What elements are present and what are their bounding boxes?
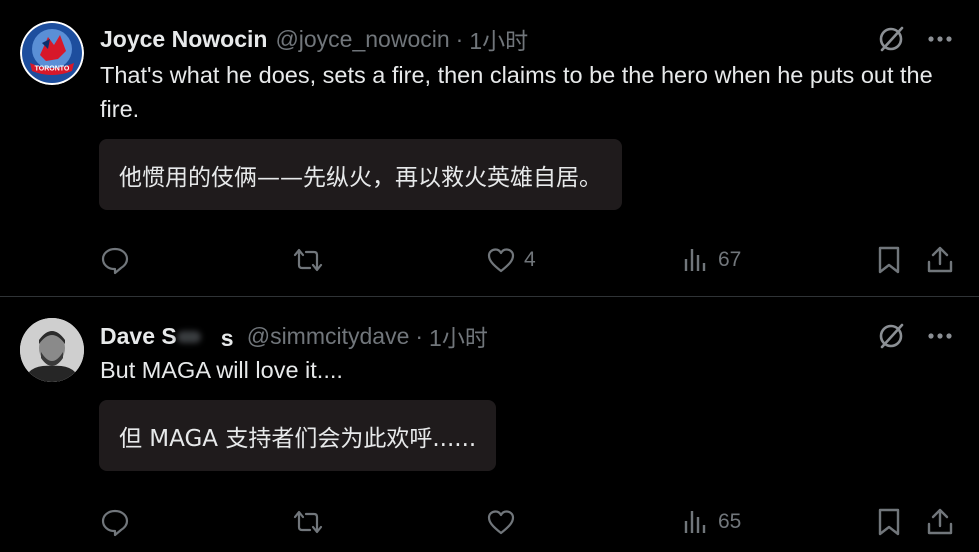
share-button[interactable] (925, 240, 955, 280)
views-icon (682, 245, 710, 275)
tweet-header: Dave S s @simmcitydave · 1小时 (100, 319, 488, 353)
separator-dot: · (415, 322, 424, 349)
grok-icon[interactable] (877, 24, 907, 54)
translation-box: 但 MAGA 支持者们会为此欢呼...... (99, 400, 497, 471)
retweet-icon (292, 507, 324, 537)
bookmark-button[interactable] (875, 240, 903, 280)
tweet[interactable]: Dave S s @simmcitydave · 1小时 But MAGA wi… (0, 297, 979, 552)
tweet-top-actions (877, 321, 953, 351)
tweet-actions: 65 (0, 502, 979, 542)
grok-icon[interactable] (877, 321, 907, 351)
tweet-actions: 4 67 (0, 240, 979, 280)
like-count: 4 (524, 248, 536, 271)
share-icon (925, 245, 955, 275)
avatar[interactable]: TORONTO (20, 21, 84, 85)
author-handle[interactable]: @simmcitydave (247, 323, 410, 350)
timestamp[interactable]: 1小时 (429, 319, 488, 353)
author-handle[interactable]: @joyce_nowocin (275, 26, 449, 53)
tweet-text: But MAGA will love it.... (100, 357, 343, 383)
heart-icon (486, 507, 516, 537)
more-icon[interactable] (927, 35, 953, 43)
more-icon[interactable] (927, 332, 953, 340)
views-count: 65 (718, 510, 742, 533)
reply-button[interactable] (100, 240, 138, 280)
heart-icon (486, 245, 516, 275)
translation-text: 他惯用的伎俩——先纵火，再以救火英雄自居。 (119, 164, 602, 191)
views-icon (682, 507, 710, 537)
like-button[interactable] (486, 502, 524, 542)
separator-dot: · (455, 25, 464, 52)
retweet-button[interactable] (292, 502, 332, 542)
bookmark-icon (875, 245, 903, 275)
bookmark-icon (875, 507, 903, 537)
redacted-name: s (176, 325, 239, 351)
share-button[interactable] (925, 502, 955, 542)
views-button[interactable]: 67 (682, 240, 741, 280)
reply-icon (100, 507, 130, 537)
tweet-top-actions (877, 24, 953, 54)
avatar[interactable] (20, 318, 84, 382)
tweet[interactable]: TORONTO Joyce Nowocin @joyce_nowocin · 1… (0, 0, 979, 296)
author-name[interactable]: Dave S (100, 323, 177, 350)
translation-text: 但 MAGA 支持者们会为此欢呼...... (119, 425, 477, 452)
translation-box: 他惯用的伎俩——先纵火，再以救火英雄自居。 (99, 139, 622, 210)
share-icon (925, 507, 955, 537)
reply-icon (100, 245, 130, 275)
retweet-icon (292, 245, 324, 275)
bookmark-button[interactable] (875, 502, 903, 542)
views-count: 67 (718, 248, 742, 271)
reply-button[interactable] (100, 502, 138, 542)
avatar-logo-text: TORONTO (35, 66, 70, 73)
tweet-header: Joyce Nowocin @joyce_nowocin · 1小时 (100, 22, 528, 56)
views-button[interactable]: 65 (682, 502, 741, 542)
retweet-button[interactable] (292, 240, 332, 280)
like-button[interactable]: 4 (486, 240, 536, 280)
author-name[interactable]: Joyce Nowocin (100, 26, 267, 53)
tweet-text: That's what he does, sets a fire, then c… (100, 62, 933, 122)
author-name-tail: s (220, 325, 234, 351)
timestamp[interactable]: 1小时 (469, 22, 528, 56)
